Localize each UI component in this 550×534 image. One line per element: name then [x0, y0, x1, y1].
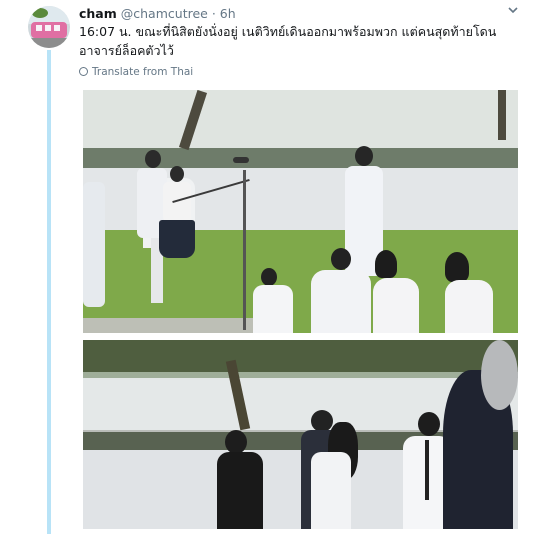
translate-link[interactable]: Translate from Thai	[79, 66, 193, 78]
thread-line	[47, 50, 51, 534]
tweet-header: cham @chamcutree · 6h	[79, 6, 236, 21]
translate-label: Translate from Thai	[92, 66, 194, 78]
avatar[interactable]	[28, 6, 70, 48]
tweet-timestamp[interactable]: 6h	[220, 6, 236, 21]
author-handle[interactable]: @chamcutree	[121, 6, 208, 21]
tweet-photo-1[interactable]	[83, 90, 518, 333]
separator: ·	[211, 6, 216, 21]
globe-icon	[79, 67, 88, 76]
tweet-photo-2[interactable]	[83, 340, 518, 529]
tweet-text: 16:07 น. ขณะที่นิสิตยังนั่งอยู่ เนติวิทย…	[79, 24, 497, 58]
author-name[interactable]: cham	[79, 6, 117, 21]
chevron-down-icon[interactable]	[507, 4, 519, 20]
